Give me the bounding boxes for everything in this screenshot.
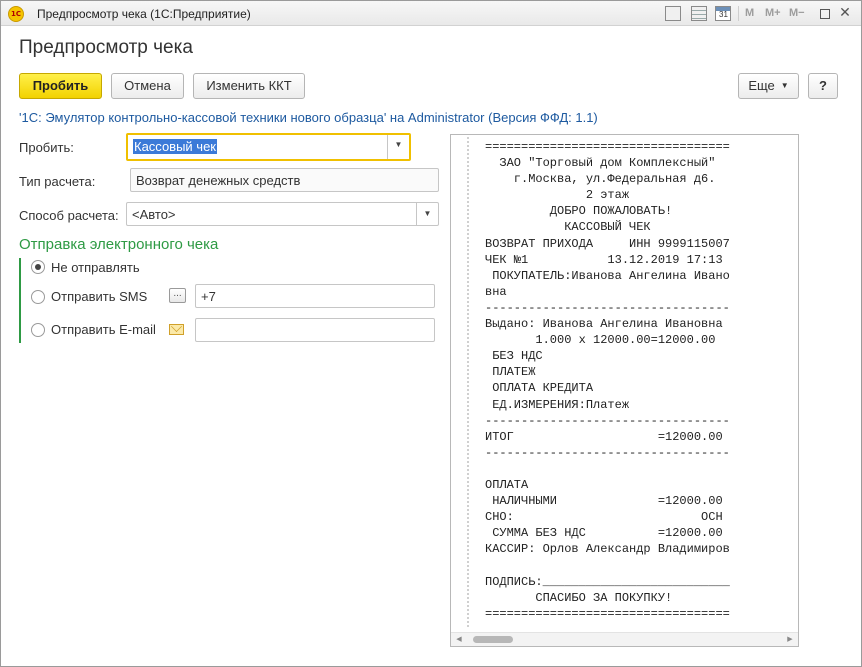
receipt-line: ---------------------------------- xyxy=(485,413,730,428)
radio-no-send-label[interactable]: Не отправлять xyxy=(51,260,140,275)
receipt-text: ================================== ЗАО "… xyxy=(485,139,795,622)
receipt-line xyxy=(485,461,795,477)
punch-label: Пробить: xyxy=(19,140,74,155)
calendar-day: 31 xyxy=(719,10,728,19)
maximize-icon[interactable] xyxy=(820,9,830,19)
radio-send-email-label[interactable]: Отправить E-mail xyxy=(51,322,156,337)
radio-send-sms-label[interactable]: Отправить SMS xyxy=(51,289,147,304)
sms-icon[interactable]: ... xyxy=(169,288,186,303)
receipt-line: ЕД.ИЗМЕРЕНИЯ:Платеж xyxy=(485,397,630,412)
payment-method-select[interactable]: <Авто> ▼ xyxy=(126,202,439,226)
section-divider xyxy=(19,258,21,343)
receipt-line: 1.000 x 12000.00=12000.00 xyxy=(485,333,716,348)
receipt-line: СНО: ОСН xyxy=(485,510,723,525)
punch-select[interactable]: Кассовый чек ▼ xyxy=(126,133,411,161)
title-bar: 1С Предпросмотр чека (1С:Предприятие) 31… xyxy=(1,1,861,26)
payment-type-label: Тип расчета: xyxy=(19,174,96,189)
horizontal-scrollbar[interactable]: ◀ ▶ xyxy=(451,632,798,646)
receipt-line: КАССИР: Орлов Александр Владимиров xyxy=(485,542,730,557)
receipt-tear-edge xyxy=(467,137,469,629)
electronic-receipt-title: Отправка электронного чека xyxy=(19,236,219,253)
more-button-label: Еще xyxy=(748,78,775,93)
radio-send-email[interactable] xyxy=(31,323,45,337)
app-logo-icon: 1С xyxy=(8,6,24,22)
receipt-line: ВОЗВРАТ ПРИХОДА ИНН 9999115007 xyxy=(485,236,730,251)
payment-method-value: <Авто> xyxy=(132,207,176,222)
receipt-line: ОПЛАТА КРЕДИТА xyxy=(485,381,594,396)
printer-icon[interactable] xyxy=(665,6,681,21)
receipt-line xyxy=(485,557,795,573)
chevron-down-icon[interactable]: ▼ xyxy=(416,203,438,225)
punch-select-value: Кассовый чек xyxy=(133,139,217,154)
receipt-line: ЧЕК №1 13.12.2019 17:13 xyxy=(485,252,723,267)
punch-button[interactable]: Пробить xyxy=(19,73,102,99)
receipt-line: ================================== xyxy=(485,140,730,154)
memory-minus-button[interactable]: M− xyxy=(789,7,805,19)
receipt-line: ---------------------------------- xyxy=(485,300,730,315)
receipt-line: ДОБРО ПОЖАЛОВАТЬ! xyxy=(485,204,673,219)
receipt-line: ПОКУПАТЕЛЬ:Иванова Ангелина Ивано xyxy=(485,268,730,283)
scrollbar-thumb[interactable] xyxy=(473,636,513,643)
more-button[interactable]: Еще ▼ xyxy=(738,73,799,99)
sms-phone-field[interactable]: +7 xyxy=(195,284,435,308)
memory-plus-button[interactable]: M+ xyxy=(765,7,781,19)
receipt-line: вна xyxy=(485,284,507,299)
receipt-line: СУММА БЕЗ НДС =12000.00 xyxy=(485,526,723,541)
radio-send-sms[interactable] xyxy=(31,290,45,304)
receipt-line: ПОДПИСЬ:__________________________ xyxy=(485,574,730,589)
receipt-line: ---------------------------------- xyxy=(485,445,730,460)
scroll-right-icon[interactable]: ▶ xyxy=(786,635,794,644)
calendar-icon[interactable]: 31 xyxy=(715,6,731,21)
receipt-line: БЕЗ НДС xyxy=(485,349,543,364)
help-button[interactable]: ? xyxy=(808,73,838,99)
receipt-preview[interactable]: ================================== ЗАО "… xyxy=(450,134,799,647)
emulator-link[interactable]: '1С: Эмулятор контрольно-кассовой техник… xyxy=(19,110,598,125)
receipt-line: Выдано: Иванова Ангелина Ивановна xyxy=(485,317,723,332)
receipt-line: ИТОГ =12000.00 xyxy=(485,429,723,444)
radio-no-send[interactable] xyxy=(31,260,45,274)
receipt-line: ПЛАТЕЖ xyxy=(485,365,536,380)
email-field[interactable] xyxy=(195,318,435,342)
scroll-left-icon[interactable]: ◀ xyxy=(455,635,463,644)
memory-button[interactable]: M xyxy=(745,7,754,19)
toolbar-divider xyxy=(738,6,739,21)
receipt-line: ЗАО "Торговый дом Комплексный" xyxy=(485,156,716,171)
envelope-icon[interactable] xyxy=(169,324,184,335)
receipt-line: СПАСИБО ЗА ПОКУПКУ! xyxy=(485,590,673,605)
chevron-down-icon: ▼ xyxy=(780,81,789,90)
close-icon[interactable]: ✕ xyxy=(838,5,852,20)
receipt-line: г.Москва, ул.Федеральная д6. xyxy=(485,172,716,187)
preview-window: 1С Предпросмотр чека (1С:Предприятие) 31… xyxy=(0,0,862,667)
cancel-button[interactable]: Отмена xyxy=(111,73,184,99)
chevron-down-icon[interactable]: ▼ xyxy=(387,135,409,159)
receipt-line: КАССОВЫЙ ЧЕК xyxy=(485,220,651,235)
receipt-line: 2 этаж xyxy=(485,188,630,203)
calculator-icon[interactable] xyxy=(691,6,707,21)
receipt-line: ================================== xyxy=(485,606,730,621)
payment-method-label: Способ расчета: xyxy=(19,208,119,223)
receipt-line: НАЛИЧНЫМИ =12000.00 xyxy=(485,494,723,509)
receipt-line: ОПЛАТА xyxy=(485,477,529,492)
payment-type-field[interactable]: Возврат денежных средств xyxy=(130,168,439,192)
page-title: Предпросмотр чека xyxy=(19,37,193,58)
change-kkt-button[interactable]: Изменить ККТ xyxy=(193,73,305,99)
window-title: Предпросмотр чека (1С:Предприятие) xyxy=(37,7,251,21)
